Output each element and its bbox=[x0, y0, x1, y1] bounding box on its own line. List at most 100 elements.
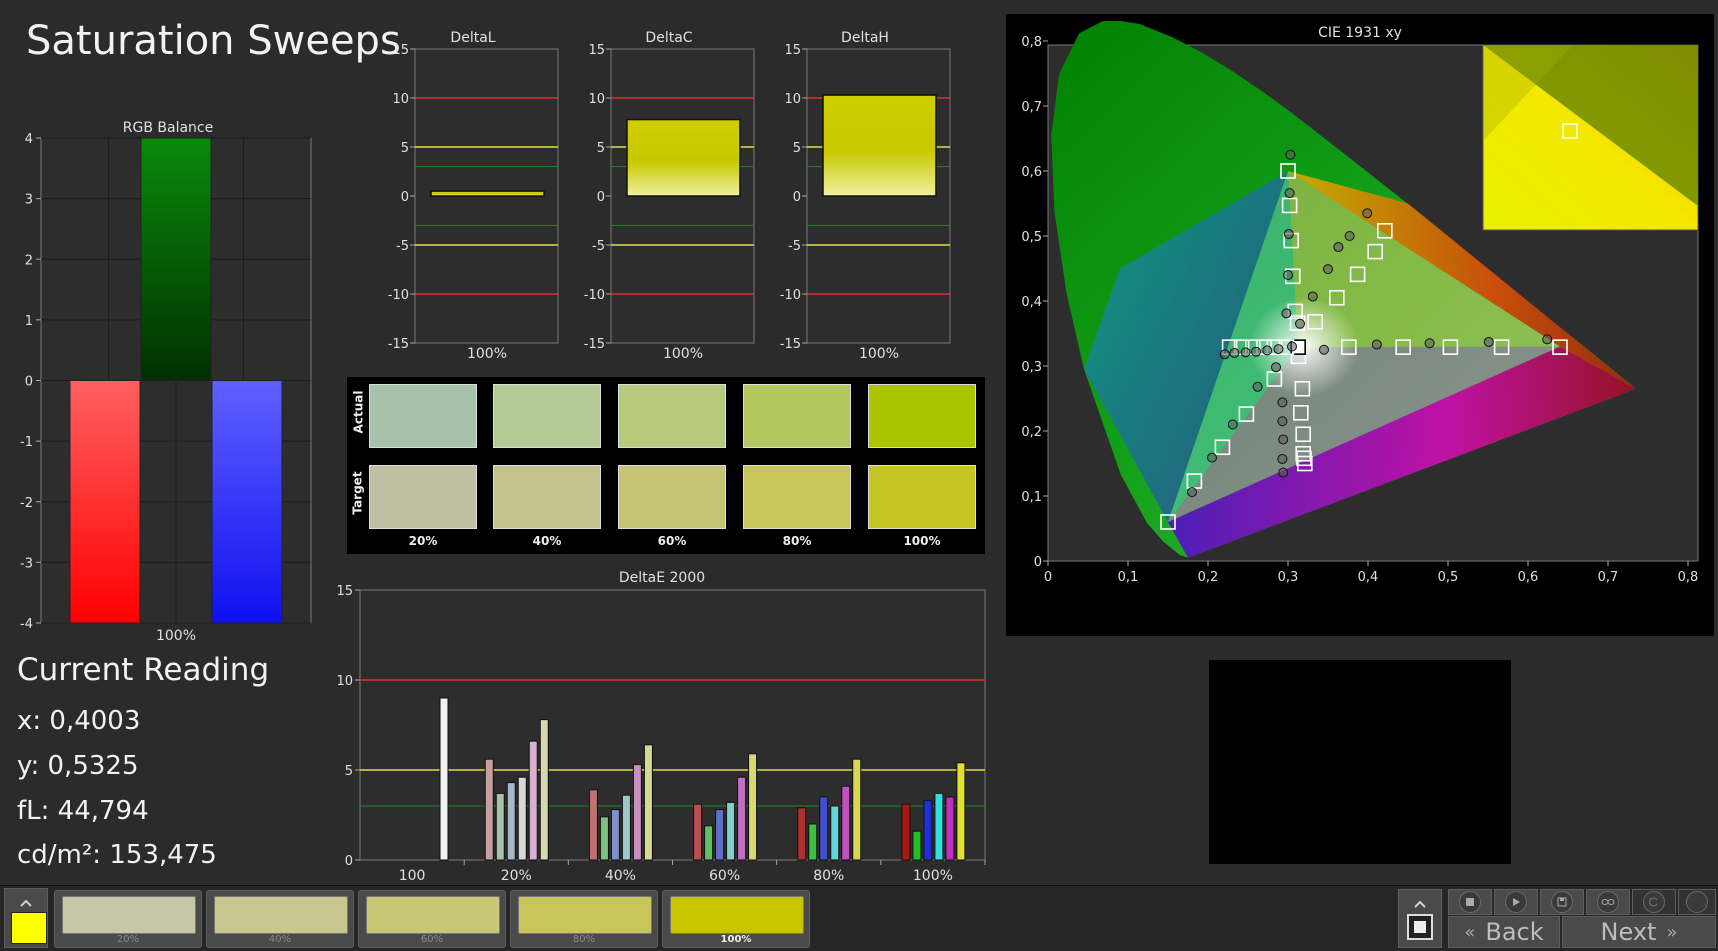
deltae-bar bbox=[693, 803, 703, 861]
deltae-bar bbox=[632, 764, 642, 861]
play-icon bbox=[1505, 891, 1527, 913]
cie-measured-marker bbox=[1362, 208, 1373, 219]
deltae-bar bbox=[923, 800, 933, 861]
delta-bar bbox=[430, 190, 545, 197]
cie-measured-marker bbox=[1187, 487, 1197, 498]
swatch-label: 60% bbox=[657, 534, 687, 548]
cie-measured-marker bbox=[1252, 381, 1263, 392]
deltae-bar bbox=[901, 803, 911, 861]
deltae-x-label: 60% bbox=[709, 868, 740, 884]
rgb-y-tick-label: 3 bbox=[25, 193, 33, 208]
patch-button[interactable]: 20% bbox=[54, 890, 202, 948]
deltal-x-label: 100% bbox=[467, 346, 507, 362]
chevron-up-icon bbox=[19, 892, 33, 907]
delta-y-tick-label: 10 bbox=[588, 92, 605, 107]
back-label: Back bbox=[1485, 918, 1544, 946]
cie-measured-marker bbox=[1283, 270, 1293, 280]
cie-measured-marker bbox=[1295, 318, 1305, 329]
loop-button[interactable] bbox=[1586, 889, 1630, 915]
cie-y-tick-label: 0 bbox=[1034, 555, 1042, 570]
cie-measured-marker bbox=[1277, 453, 1288, 464]
cie-measured-marker bbox=[1207, 452, 1217, 463]
rgb-y-tick-label: 1 bbox=[25, 314, 33, 329]
deltae-bar bbox=[643, 744, 653, 861]
cie-measured-marker bbox=[1277, 397, 1288, 408]
cie-measured-marker bbox=[1483, 336, 1494, 347]
preview-box bbox=[1209, 660, 1511, 864]
stop-icon bbox=[1407, 914, 1433, 940]
deltae-bar bbox=[517, 776, 527, 861]
patch-button[interactable]: 100% bbox=[662, 890, 810, 948]
rgb-balance-title: RGB Balance bbox=[123, 120, 213, 136]
stop-square-icon bbox=[1459, 891, 1481, 913]
delta-y-tick-label: 5 bbox=[793, 141, 801, 156]
cie-title: CIE 1931 xy bbox=[1318, 25, 1402, 41]
patch-color bbox=[214, 896, 348, 934]
delta-y-tick-label: 0 bbox=[793, 190, 801, 205]
deltae-bar bbox=[704, 825, 714, 861]
cie-measured-marker bbox=[1240, 347, 1251, 358]
cie-measured-marker bbox=[1277, 416, 1288, 427]
blank-icon bbox=[1686, 891, 1708, 913]
double-chevron-left-icon: « bbox=[1464, 921, 1476, 943]
deltae-bar bbox=[945, 796, 955, 861]
rgb-balance-chart: RGB Balance 4 3 2 1 0 -1 -2 -3 -4 100% bbox=[20, 120, 312, 644]
deltae-bar bbox=[726, 801, 736, 861]
deltae-bar bbox=[506, 782, 516, 861]
target-swatch bbox=[493, 465, 601, 529]
delta-y-tick-label: 0 bbox=[597, 190, 605, 205]
deltae-bar bbox=[934, 792, 944, 861]
deltae-bar bbox=[621, 794, 631, 861]
deltae-x-label: 100% bbox=[913, 868, 953, 884]
rgb-y-tick-label: 0 bbox=[25, 375, 33, 390]
patch-button[interactable]: 60% bbox=[358, 890, 506, 948]
actual-row-label-wrap: Actual bbox=[347, 377, 369, 447]
deltae-y-tick-label: 15 bbox=[336, 584, 353, 599]
deltae-y-tick-label: 10 bbox=[336, 674, 353, 689]
deltae-bar bbox=[841, 785, 851, 861]
cie-chart: CIE 1931 xy 0 0,1 0,2 0,3 0,4 0,5 0,6 0,7 0,8 0 0,… bbox=[1021, 21, 1699, 585]
disabled-button[interactable] bbox=[1678, 889, 1716, 915]
cie-measured-marker bbox=[1284, 188, 1295, 199]
cie-x-tick-label: 0,3 bbox=[1278, 570, 1299, 585]
deltae-bar bbox=[610, 809, 620, 861]
stop-button[interactable] bbox=[1448, 889, 1492, 915]
deltae-y-tick-label: 5 bbox=[345, 764, 353, 779]
current-color-button[interactable] bbox=[4, 888, 48, 948]
deltae-bar bbox=[495, 792, 505, 861]
patch-button[interactable]: 40% bbox=[206, 890, 354, 948]
target-swatch bbox=[868, 465, 976, 529]
next-button[interactable]: Next » bbox=[1562, 916, 1716, 948]
patch-button[interactable]: 80% bbox=[510, 890, 658, 948]
cie-measured-marker bbox=[1285, 149, 1296, 160]
delta-bar bbox=[626, 118, 741, 197]
delta-y-tick-label: -15 bbox=[388, 337, 409, 352]
rgb-bar-red bbox=[69, 380, 141, 624]
actual-swatch bbox=[868, 384, 976, 448]
target-row-label: Target bbox=[351, 471, 365, 515]
save-button[interactable] bbox=[1540, 889, 1584, 915]
cie-measured-marker bbox=[1273, 344, 1284, 355]
rgb-y-tick-label: -4 bbox=[20, 617, 33, 632]
deltae-bar bbox=[956, 762, 966, 861]
cie-y-tick-label: 0,1 bbox=[1021, 490, 1042, 505]
swatch-label: 100% bbox=[903, 534, 941, 548]
play-button[interactable] bbox=[1494, 889, 1538, 915]
actual-row-label: Actual bbox=[351, 390, 366, 434]
refresh-button[interactable] bbox=[1632, 889, 1676, 915]
delta-y-tick-label: 0 bbox=[401, 190, 409, 205]
deltae-bar bbox=[819, 796, 829, 861]
stop-measure-button[interactable] bbox=[1398, 889, 1442, 948]
patch-color bbox=[518, 896, 652, 934]
cie-measured-marker bbox=[1344, 231, 1355, 241]
cie-measured-marker bbox=[1542, 334, 1553, 345]
target-swatch bbox=[369, 465, 477, 529]
deltae-chart: DeltaE 2000 15 10 5 0 100 20% 40% 60% 80% 100% bbox=[336, 570, 986, 884]
cie-x-tick-label: 0,1 bbox=[1118, 570, 1139, 585]
deltae-bar bbox=[830, 805, 840, 861]
deltah-x-label: 100% bbox=[859, 346, 899, 362]
cie-x-tick-label: 0,6 bbox=[1518, 570, 1539, 585]
current-color-swatch bbox=[11, 912, 47, 944]
reading-x: x: 0,4003 bbox=[17, 706, 141, 736]
back-button[interactable]: « Back bbox=[1448, 916, 1560, 948]
